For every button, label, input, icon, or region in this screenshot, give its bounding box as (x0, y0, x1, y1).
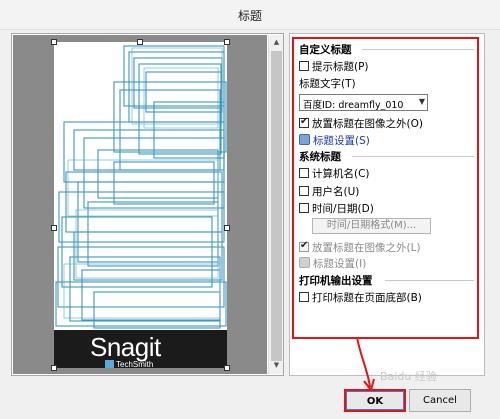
techsmith-logo-icon (105, 360, 114, 368)
annotation-arrow-icon (356, 336, 375, 393)
snagit-logo-text: Snagit (90, 332, 161, 362)
title-bar: 标题 (0, 0, 500, 30)
abstract-lines-graphic (55, 45, 227, 329)
resize-handle-bottom-left[interactable] (51, 365, 57, 371)
preview-thumbnail: Snagit TechSmith (54, 42, 227, 368)
ok-button[interactable]: OK (344, 389, 406, 412)
highlight-annotation-box (292, 37, 479, 339)
cancel-button[interactable]: Cancel (409, 389, 471, 412)
resize-handle-bottom-right[interactable] (224, 365, 230, 371)
scrollbar-thumb[interactable] (271, 51, 282, 361)
scroll-down-arrow-icon[interactable]: ▼ (269, 358, 284, 373)
resize-handle-top-right[interactable] (224, 39, 230, 45)
resize-handle-mid-left[interactable] (51, 225, 57, 231)
resize-handle-top-center[interactable] (137, 39, 143, 45)
window-title: 标题 (237, 9, 262, 23)
preview-canvas: Snagit TechSmith (13, 35, 267, 374)
preview-scrollbar[interactable]: ▲ ▼ (268, 35, 283, 374)
techsmith-logo-text: TechSmith (116, 360, 154, 368)
preview-panel: Snagit TechSmith ▲ ▼ (11, 33, 284, 376)
resize-handle-mid-right[interactable] (224, 225, 230, 231)
resize-handle-top-left[interactable] (51, 39, 57, 45)
watermark-text: Baidu 经验 (380, 370, 437, 383)
scroll-up-arrow-icon[interactable]: ▲ (269, 35, 284, 50)
